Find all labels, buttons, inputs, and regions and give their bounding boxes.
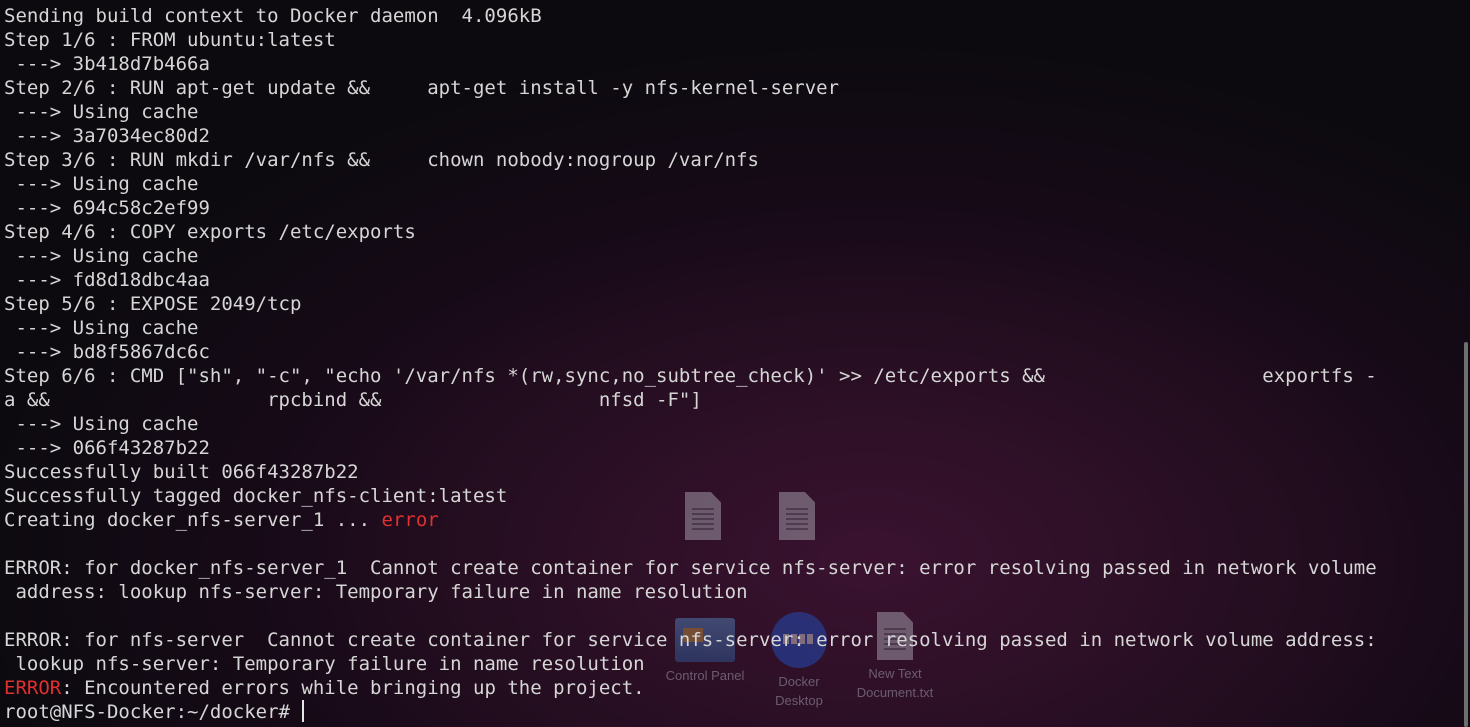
error-tag: ERROR (4, 677, 62, 699)
creating-status-error: error (381, 509, 439, 531)
terminal-line: Step 6/6 : CMD ["sh", "-c", "echo '/var/… (4, 365, 1377, 387)
final-error-message: : Encountered errors while bringing up t… (61, 677, 645, 699)
error-message-line: ERROR: for docker_nfs-server_1 Cannot cr… (4, 557, 1377, 579)
scrollbar-thumb[interactable] (1464, 342, 1468, 727)
terminal-line: ---> Using cache (4, 101, 199, 123)
terminal-output[interactable]: Sending build context to Docker daemon 4… (0, 0, 1440, 727)
terminal-line: ---> fd8d18dbc4aa (4, 269, 210, 291)
shell-prompt: root@NFS-Docker:~/docker# (4, 701, 290, 723)
command-prompt-line[interactable]: root@NFS-Docker:~/docker# (4, 700, 304, 724)
terminal-line: Step 4/6 : COPY exports /etc/exports (4, 221, 416, 243)
terminal-line: ---> bd8f5867dc6c (4, 341, 210, 363)
terminal-line: ---> 3a7034ec80d2 (4, 125, 210, 147)
terminal-line: Successfully tagged docker_nfs-client:la… (4, 485, 508, 507)
error-message-line: address: lookup nfs-server: Temporary fa… (4, 581, 748, 603)
terminal-line: Step 5/6 : EXPOSE 2049/tcp (4, 293, 302, 315)
creating-container-text: Creating docker_nfs-server_1 ... (4, 509, 382, 531)
terminal-line: Sending build context to Docker daemon 4… (4, 5, 542, 27)
terminal-line: Step 3/6 : RUN mkdir /var/nfs && chown n… (4, 149, 759, 171)
terminal-line: ---> Using cache (4, 173, 199, 195)
terminal-line: Successfully built 066f43287b22 (4, 461, 359, 483)
error-message-line: lookup nfs-server: Temporary failure in … (4, 653, 645, 675)
terminal-line: Step 2/6 : RUN apt-get update && apt-get… (4, 77, 840, 99)
terminal-line: ---> 066f43287b22 (4, 437, 210, 459)
error-message-line: ERROR: for nfs-server Cannot create cont… (4, 629, 1377, 651)
terminal-line: ---> Using cache (4, 317, 199, 339)
final-error-line: ERROR: Encountered errors while bringing… (4, 676, 645, 700)
terminal-line: ---> 3b418d7b466a (4, 53, 210, 75)
terminal-scrollbar[interactable] (1460, 0, 1470, 727)
terminal-line: a && rpcbind && nfsd -F"] (4, 389, 702, 411)
terminal-line: ---> 694c58c2ef99 (4, 197, 210, 219)
text-cursor (301, 700, 304, 722)
creating-container-line: Creating docker_nfs-server_1 ... error (4, 508, 439, 532)
terminal-line: Step 1/6 : FROM ubuntu:latest (4, 29, 336, 51)
terminal-line: ---> Using cache (4, 245, 199, 267)
terminal-line: ---> Using cache (4, 413, 199, 435)
